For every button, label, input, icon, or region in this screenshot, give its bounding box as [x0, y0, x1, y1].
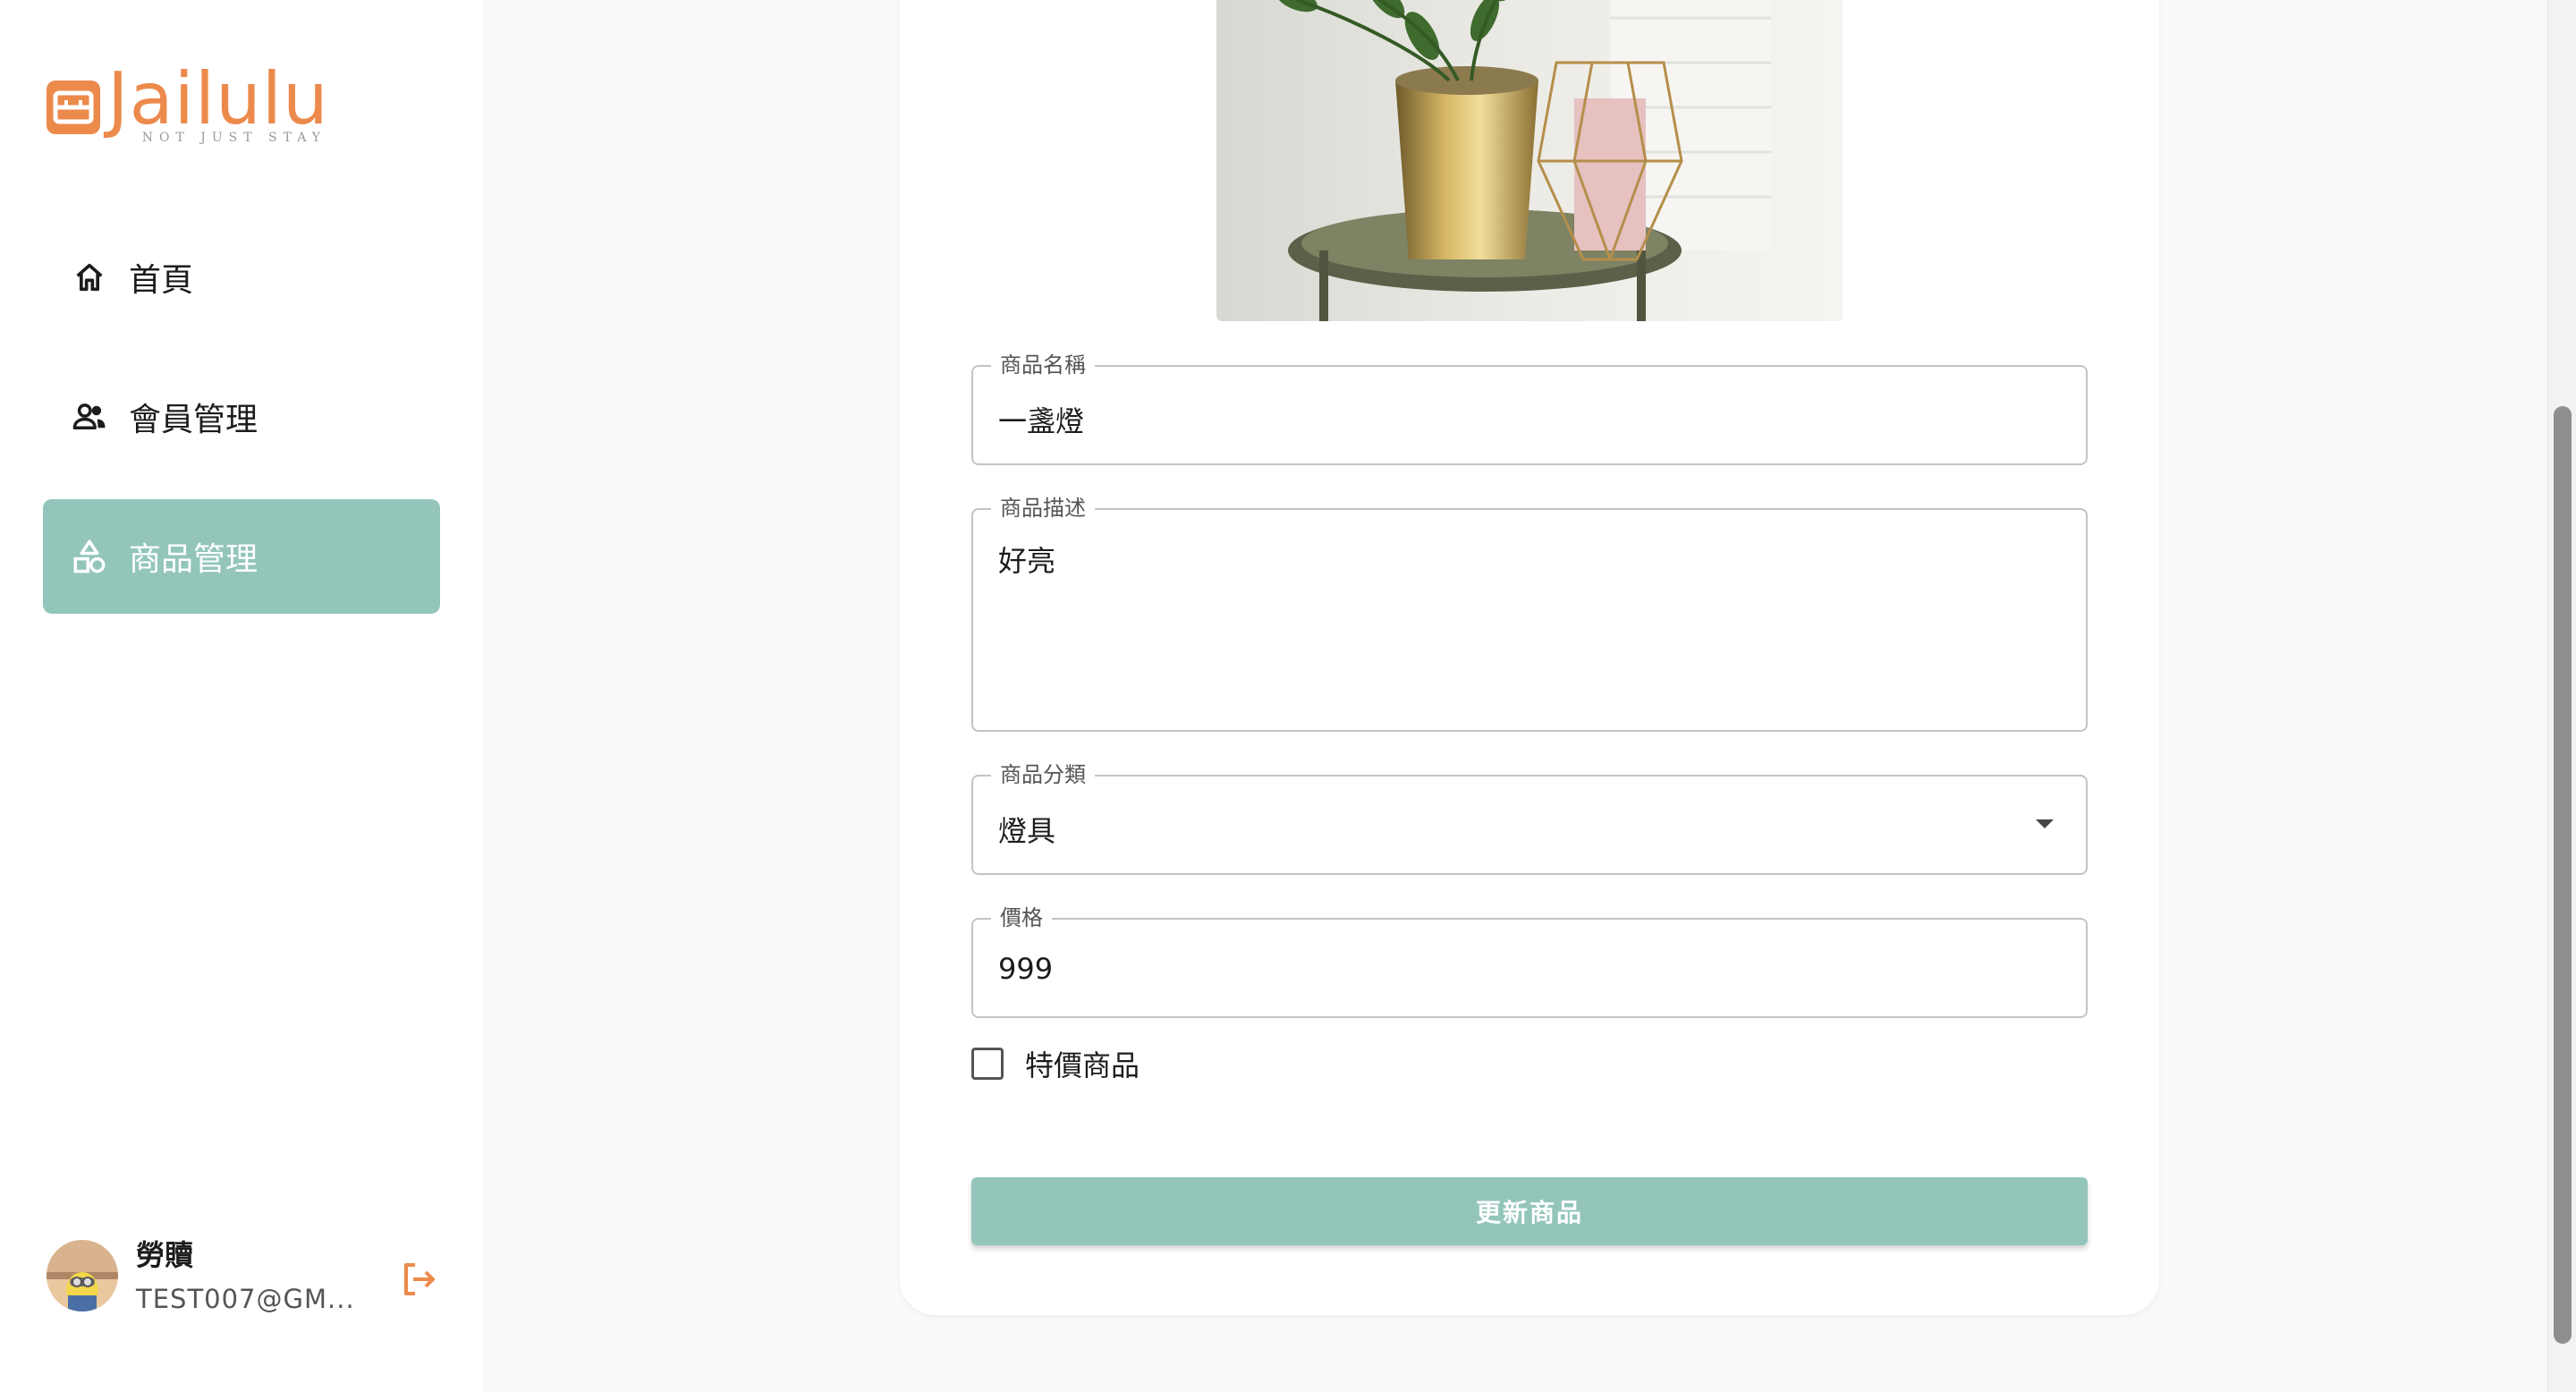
- product-price-label: 價格: [991, 905, 1052, 930]
- logout-icon[interactable]: [397, 1258, 440, 1301]
- people-icon: [70, 397, 109, 437]
- bed-logo-icon: [47, 81, 100, 134]
- update-product-button[interactable]: 更新商品: [971, 1177, 2088, 1245]
- product-name-input[interactable]: 一盞燈: [998, 399, 1084, 440]
- scrollbar-thumb[interactable]: [2554, 406, 2572, 1344]
- product-description-textarea[interactable]: 好亮: [998, 539, 1055, 580]
- sidebar-nav: 首頁 會員管理 商品管理: [43, 220, 440, 639]
- user-email: TEST007@GM...: [136, 1284, 355, 1314]
- user-name: 勞贖: [136, 1238, 194, 1272]
- avatar[interactable]: [47, 1240, 118, 1311]
- brand-name: Jailulu: [107, 57, 329, 140]
- brand-tagline: NOT JUST STAY: [141, 131, 326, 145]
- special-offer-toggle[interactable]: 特價商品: [971, 1043, 1140, 1084]
- product-name-field[interactable]: 商品名稱 一盞燈: [971, 352, 2088, 465]
- dropdown-arrow-icon[interactable]: [2036, 819, 2054, 828]
- product-price-field[interactable]: 價格 999: [971, 905, 2088, 1018]
- special-offer-label: 特價商品: [1025, 1048, 1140, 1082]
- product-edit-card: 商品名稱 一盞燈 商品描述 好亮 商品分類 燈具 價格 999 特價商品 更新商…: [900, 0, 2159, 1315]
- user-profile: 勞贖 TEST007@GM...: [47, 1233, 440, 1319]
- sidebar-item-products[interactable]: 商品管理: [43, 499, 440, 614]
- special-offer-checkbox[interactable]: [971, 1048, 1004, 1080]
- category-icon: [70, 537, 109, 576]
- product-name-label: 商品名稱: [991, 352, 1095, 378]
- product-price-input[interactable]: 999: [998, 952, 1053, 986]
- sidebar-item-label: 首頁: [129, 262, 194, 299]
- sidebar: Jailulu NOT JUST STAY 首頁 會員管理 商品管理 勞贖 TE…: [0, 0, 483, 1392]
- sidebar-item-members[interactable]: 會員管理: [43, 360, 440, 474]
- product-image: [1216, 0, 1843, 321]
- product-category-select[interactable]: 商品分類 燈具: [971, 762, 2088, 875]
- sidebar-item-label: 會員管理: [129, 402, 258, 438]
- sidebar-item-label: 商品管理: [129, 541, 258, 578]
- product-description-field[interactable]: 商品描述 好亮: [971, 496, 2088, 732]
- home-icon: [70, 258, 109, 297]
- page-scrollbar[interactable]: [2547, 0, 2576, 1392]
- product-category-value[interactable]: 燈具: [998, 809, 1055, 850]
- product-category-label: 商品分類: [991, 762, 1095, 787]
- product-description-label: 商品描述: [991, 496, 1095, 521]
- sidebar-item-home[interactable]: 首頁: [43, 220, 440, 335]
- brand-logo[interactable]: Jailulu NOT JUST STAY: [47, 61, 329, 150]
